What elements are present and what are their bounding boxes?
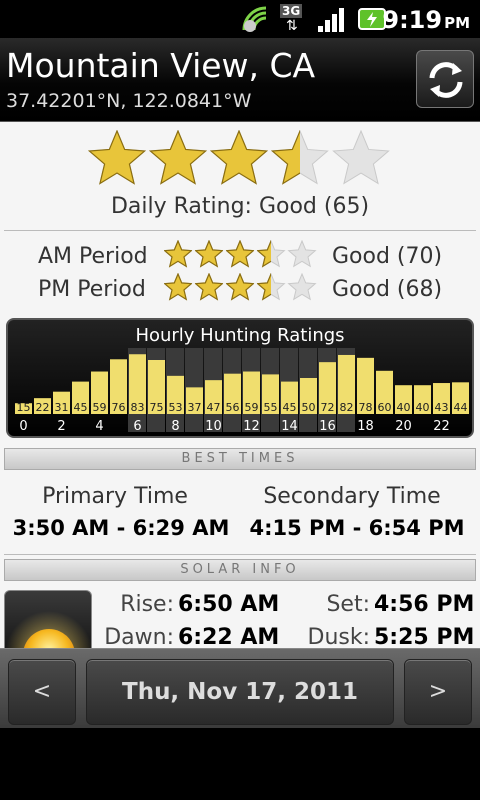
- am-rating-star: [225, 240, 255, 268]
- hourly-bar-value: 37: [188, 401, 202, 414]
- pm-rating-star: [256, 273, 286, 301]
- hourly-bar-value: 53: [169, 401, 183, 414]
- hourly-bar-value: 40: [416, 401, 430, 414]
- dusk-label: Dusk:: [307, 625, 371, 648]
- dusk-value: 5:25 PM: [374, 625, 475, 648]
- hour-tick-label: 8: [171, 419, 179, 434]
- gps-signal-icon: [242, 6, 267, 32]
- dawn-label: Dawn:: [104, 625, 174, 648]
- daily-rating-star: [88, 130, 146, 185]
- daily-rating-star: [332, 130, 390, 185]
- sun-icon: [5, 611, 91, 648]
- hour-tick-label: 16: [319, 419, 336, 434]
- pm-period-star-rating: [164, 273, 317, 301]
- hourly-bar-value: 45: [74, 401, 88, 414]
- hourly-bar-value: 40: [397, 401, 411, 414]
- refresh-icon: [429, 62, 463, 98]
- pm-rating-star: [164, 273, 193, 301]
- daily-rating-star: [271, 130, 329, 185]
- hour-tick-label: 20: [395, 419, 412, 434]
- network-3g-icon: 3G ⇅: [280, 4, 303, 34]
- hourly-bar-value: 31: [55, 401, 69, 414]
- am-period-value: Good (70): [332, 244, 443, 269]
- hourly-bar-value: 56: [226, 401, 240, 414]
- am-rating-star: [287, 240, 317, 268]
- location-name: Mountain View, CA: [6, 46, 316, 85]
- hourly-bar-value: 47: [207, 401, 221, 414]
- main-content: Daily Rating: Good (65) AM Period Good (…: [0, 122, 480, 648]
- hourly-bar-value: 55: [264, 401, 278, 414]
- hour-tick-label: 14: [281, 419, 298, 434]
- am-rating-star: [194, 240, 224, 268]
- hour-tick-label: 6: [133, 419, 141, 434]
- am-period-star-rating: [164, 240, 317, 268]
- hourly-bar-value: 59: [93, 401, 107, 414]
- hourly-bar-value: 43: [435, 401, 449, 414]
- sunrise-label: Rise:: [120, 592, 174, 617]
- secondary-time-label: Secondary Time: [263, 484, 441, 509]
- sun-image: [4, 590, 92, 648]
- refresh-button[interactable]: [416, 50, 474, 108]
- clock-time: 9:19: [382, 6, 443, 34]
- pm-rating-star: [194, 273, 224, 301]
- sunset-label: Set:: [326, 592, 370, 617]
- status-bar: 3G ⇅ 9:19 PM: [0, 0, 480, 38]
- hourly-bar-value: 44: [454, 401, 468, 414]
- hourly-bar-value: 76: [112, 401, 126, 414]
- am-period-label: AM Period: [38, 244, 148, 269]
- hourly-bar-value: 15: [17, 401, 31, 414]
- divider: [4, 230, 476, 231]
- am-rating-star: [164, 240, 193, 268]
- previous-day-button[interactable]: <: [8, 659, 76, 725]
- location-coords: 37.42201°N, 122.0841°W: [6, 90, 252, 112]
- pm-period-label: PM Period: [38, 277, 146, 302]
- hourly-bar-value: 22: [36, 401, 50, 414]
- divider: [4, 554, 476, 555]
- hour-tick-label: 0: [19, 419, 27, 434]
- hour-tick-label: 12: [243, 419, 260, 434]
- primary-time-label: Primary Time: [42, 484, 188, 509]
- network-type-label: 3G: [280, 4, 303, 18]
- secondary-time-value: 4:15 PM - 6:54 PM: [249, 516, 465, 540]
- pm-period-value: Good (68): [332, 277, 443, 302]
- hourly-bar-value: 45: [283, 401, 297, 414]
- hourly-bar-value: 75: [150, 401, 164, 414]
- hourly-bar-value: 50: [302, 401, 316, 414]
- primary-time-value: 3:50 AM - 6:29 AM: [12, 516, 230, 540]
- date-navigation-bar: < Thu, Nov 17, 2011 >: [0, 648, 480, 728]
- hourly-bar-value: 82: [340, 401, 354, 414]
- location-header: Mountain View, CA 37.42201°N, 122.0841°W: [0, 38, 480, 122]
- hour-tick-label: 22: [433, 419, 450, 434]
- hourly-bar-value: 83: [131, 401, 145, 414]
- best-times-header: BEST TIMES: [4, 448, 476, 470]
- hour-tick-label: 10: [205, 419, 222, 434]
- hourly-ratings-chart: 15 22 31 45 59 76 83 75 53 37 47 56 59 55 45 50 72 82 78 60…: [6, 318, 474, 438]
- hourly-bar-value: 72: [321, 401, 335, 414]
- dawn-value: 6:22 AM: [178, 625, 280, 648]
- daily-rating-star: [149, 130, 207, 185]
- daily-rating-star: [210, 130, 268, 185]
- pm-rating-star: [287, 273, 317, 301]
- hourly-bar-value: 59: [245, 401, 259, 414]
- status-time: 9:19 PM: [382, 6, 470, 34]
- next-day-button[interactable]: >: [404, 659, 472, 725]
- signal-strength-icon: [318, 8, 344, 32]
- daily-star-rating: [88, 130, 390, 185]
- pm-rating-star: [225, 273, 255, 301]
- hourly-bar-value: 78: [359, 401, 373, 414]
- screen-bottom: [0, 728, 480, 800]
- hourly-bar-value: 60: [378, 401, 392, 414]
- hour-tick-label: 2: [57, 419, 65, 434]
- hour-tick-label: 18: [357, 419, 374, 434]
- date-picker-button[interactable]: Thu, Nov 17, 2011: [86, 659, 394, 725]
- clock-ampm: PM: [444, 14, 470, 32]
- daily-rating-label: Daily Rating: Good (65): [110, 194, 370, 219]
- am-rating-star: [256, 240, 286, 268]
- hour-tick-label: 4: [95, 419, 103, 434]
- sunset-value: 4:56 PM: [374, 592, 475, 617]
- hourly-chart-title: Hourly Hunting Ratings: [135, 325, 345, 346]
- solar-info-header: SOLAR INFO: [4, 559, 476, 581]
- sunrise-value: 6:50 AM: [178, 592, 280, 617]
